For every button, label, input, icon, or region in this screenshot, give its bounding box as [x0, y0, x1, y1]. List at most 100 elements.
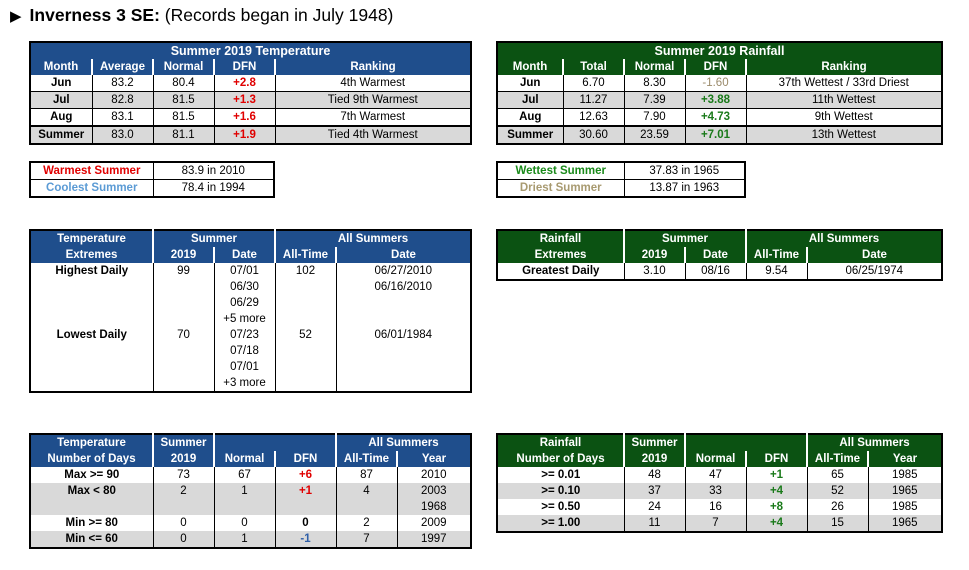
- month-cell: Aug: [30, 108, 92, 126]
- days-value: 48: [623, 467, 685, 483]
- alltime-value: 9.54: [745, 263, 807, 280]
- dfn-value: +1: [274, 483, 336, 515]
- month-cell: Jun: [497, 75, 563, 92]
- col-header: 2019: [152, 247, 214, 263]
- table-row: Max >= 90 73 67 +6 87 2010: [30, 467, 471, 483]
- header-line: Rainfall: [497, 230, 624, 247]
- rainfall-days-table: Rainfall Summer All Summers Number of Da…: [496, 433, 943, 533]
- month-cell: Summer: [30, 125, 92, 144]
- dfn-cell: +4.73: [684, 108, 746, 126]
- col-header: Ranking: [745, 59, 942, 75]
- threshold-label: >= 0.01: [497, 467, 624, 483]
- table-row: Jun 83.2 80.4 +2.8 4th Warmest: [30, 75, 471, 92]
- month-cell: Jul: [497, 91, 563, 109]
- blank-header: [213, 434, 336, 451]
- normal-value: 16: [684, 499, 746, 515]
- col-header: Average: [91, 59, 153, 75]
- rainfall-records-box: Wettest Summer 37.83 in 1965 Driest Summ…: [496, 161, 746, 198]
- col-header: Year: [867, 451, 942, 467]
- table-row: Greatest Daily 3.10 08/16 9.54 06/25/197…: [497, 263, 942, 280]
- date-item: 06/30: [230, 281, 259, 293]
- days-value: 11: [623, 515, 685, 532]
- dfn-cell: +1.3: [213, 91, 275, 109]
- month-cell: Aug: [497, 108, 563, 126]
- record-year: 1985: [867, 499, 942, 515]
- date-item: 06/01/1984: [374, 329, 433, 341]
- blank-header: [684, 434, 807, 451]
- alltime-dates: 06/27/2010 06/16/2010: [335, 263, 471, 327]
- table-row: Jul 82.8 81.5 +1.3 Tied 9th Warmest: [30, 91, 471, 109]
- col-header: Month: [30, 59, 92, 75]
- date-item: 07/18: [230, 345, 259, 357]
- col-header: Normal: [684, 451, 746, 467]
- col-header: Summer: [152, 434, 214, 451]
- threshold-label: Min >= 80: [30, 515, 153, 531]
- record-year: 1965: [867, 483, 942, 499]
- dfn-cell: +3.88: [684, 91, 746, 109]
- record-year: 2003: [420, 485, 447, 497]
- date-item: 06/16/2010: [374, 281, 433, 293]
- normal-cell: 81.5: [152, 91, 214, 109]
- driest-summer-label: Driest Summer: [497, 179, 624, 197]
- table-row: >= 1.00 11 7 +4 15 1965: [497, 515, 942, 532]
- col-header: DFN: [745, 451, 807, 467]
- station-name: Inverness 3 SE:: [29, 5, 160, 25]
- table-title: Summer 2019 Rainfall: [497, 42, 942, 59]
- col-header: 2019: [152, 451, 214, 467]
- header-line: Temperature: [30, 434, 153, 451]
- days-value: 0: [152, 515, 214, 531]
- wettest-summer-label: Wettest Summer: [515, 165, 607, 177]
- threshold-label: >= 0.10: [497, 483, 624, 499]
- group-header-summer: Summer: [152, 230, 275, 247]
- col-header: Year: [396, 451, 471, 467]
- month-cell: Jul: [30, 91, 92, 109]
- record-year: 1997: [396, 531, 471, 548]
- dfn-value: +8: [745, 499, 807, 515]
- ranking-cell: 7th Warmest: [274, 108, 471, 126]
- col-header: DFN: [213, 59, 275, 75]
- col-header: Date: [684, 247, 746, 263]
- extreme-value: 70: [152, 327, 214, 392]
- ranking-cell: 13th Wettest: [745, 125, 942, 144]
- threshold-label: >= 0.50: [497, 499, 624, 515]
- month-cell: Summer: [497, 125, 563, 144]
- normal-cell: 7.39: [623, 91, 685, 109]
- days-value: 73: [152, 467, 214, 483]
- extreme-label: Greatest Daily: [497, 263, 624, 280]
- month-cell: Jun: [30, 75, 92, 92]
- days-value: 2: [152, 483, 214, 515]
- record-year: 2010: [396, 467, 471, 483]
- average-cell: 83.1: [91, 108, 153, 126]
- driest-summer-value: 13.87 in 1963: [623, 179, 745, 197]
- ranking-cell: 9th Wettest: [745, 108, 942, 126]
- table-row: >= 0.10 37 33 +4 52 1965: [497, 483, 942, 499]
- normal-cell: 81.1: [152, 125, 214, 144]
- total-cell: 30.60: [562, 125, 624, 144]
- alltime-value: 15: [806, 515, 868, 532]
- table-row: Max < 80 2 1 +1 4 2003 1968: [30, 483, 471, 515]
- table-row: Aug 12.63 7.90 +4.73 9th Wettest: [497, 108, 942, 126]
- header-line: Number of Days: [497, 451, 624, 467]
- col-header: DFN: [684, 59, 746, 75]
- ranking-cell: 37th Wettest / 33rd Driest: [745, 75, 942, 92]
- extreme-label: Lowest Daily: [30, 327, 153, 392]
- date-item: 07/01: [230, 265, 259, 277]
- threshold-label: Max >= 90: [30, 467, 153, 483]
- normal-value: 33: [684, 483, 746, 499]
- records-note: (Records began in July 1948): [164, 5, 394, 25]
- alltime-dates: 06/01/1984: [335, 327, 471, 392]
- alltime-value: 102: [274, 263, 336, 327]
- total-cell: 11.27: [562, 91, 624, 109]
- group-header-all-summers: All Summers: [274, 230, 471, 247]
- dfn-cell: +2.8: [213, 75, 275, 92]
- alltime-value: 87: [335, 467, 397, 483]
- normal-value: 0: [213, 515, 275, 531]
- table-title: Summer 2019 Temperature: [30, 42, 471, 59]
- table-row: Lowest Daily 70 07/23 07/18 07/01 +3 mor…: [30, 327, 471, 392]
- extreme-dates: 07/23 07/18 07/01 +3 more: [213, 327, 275, 392]
- record-year: 1985: [867, 467, 942, 483]
- rainfall-extremes-table: Rainfall Summer All Summers Extremes 201…: [496, 229, 943, 281]
- normal-value: 47: [684, 467, 746, 483]
- warmest-summer-label: Warmest Summer: [43, 165, 141, 177]
- extreme-value: 3.10: [623, 263, 685, 280]
